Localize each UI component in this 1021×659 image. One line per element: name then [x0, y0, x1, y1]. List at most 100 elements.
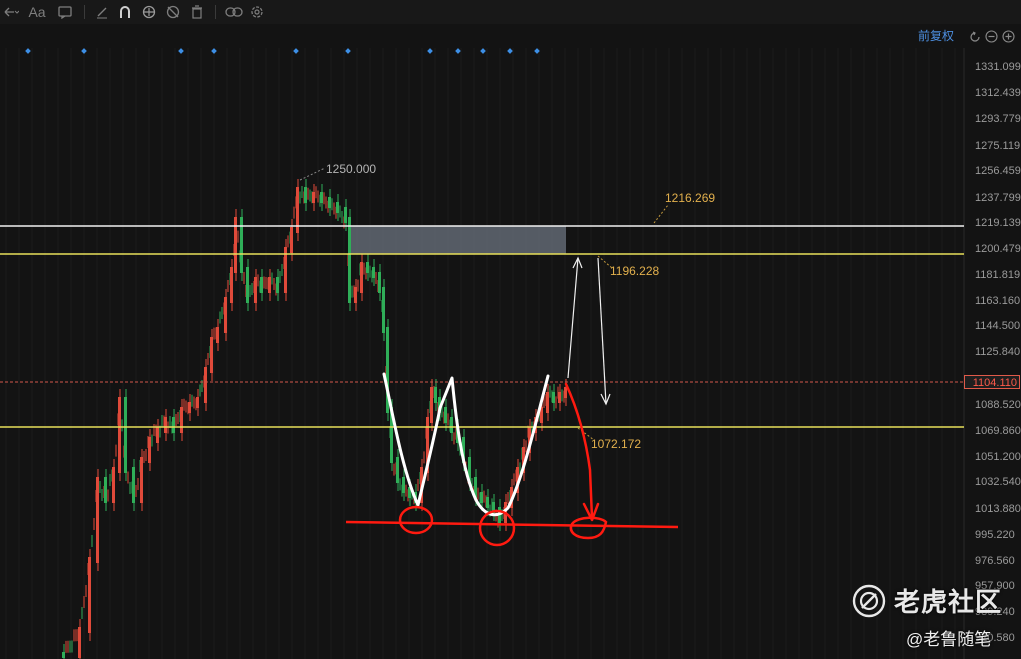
price-axis-label: 1312.439	[975, 87, 1021, 99]
resistance-zone	[348, 226, 566, 254]
candle-body	[434, 387, 437, 403]
pen-icon[interactable]	[91, 0, 113, 24]
price-axis-label: 1331.099	[975, 61, 1021, 73]
watermark-title: 老虎社区	[894, 587, 1003, 617]
price-axis-label: 1293.779	[975, 113, 1021, 125]
link-icon[interactable]	[222, 0, 246, 24]
comment-icon[interactable]	[52, 0, 78, 24]
candle-body	[360, 262, 363, 293]
candle-body	[372, 267, 375, 278]
candle-body	[188, 402, 191, 413]
price-axis-label: 1237.799	[975, 192, 1021, 204]
candle-body	[382, 287, 385, 333]
candle-body	[290, 227, 293, 253]
candle-body	[172, 417, 175, 433]
candle-body	[210, 337, 213, 373]
current-price-tag: 1104.110	[964, 375, 1020, 389]
candle-body	[336, 202, 339, 213]
candle-body	[558, 392, 561, 403]
drawing-toolbar: Aa	[0, 0, 1021, 24]
candle-body	[254, 277, 257, 303]
back-arrow-icon[interactable]	[0, 0, 22, 24]
event-marker[interactable]	[507, 48, 513, 54]
right-bottom-circle	[478, 509, 516, 547]
zoom-in-icon[interactable]	[1001, 29, 1016, 44]
candle-body	[486, 497, 489, 508]
price-axis-label: 1144.500	[975, 320, 1021, 332]
peak-price-label: 1250.000	[326, 162, 377, 176]
event-marker[interactable]	[345, 48, 351, 54]
candle-body	[62, 652, 65, 658]
price-axis-label: 1256.459	[975, 165, 1021, 177]
event-marker[interactable]	[455, 48, 461, 54]
candle-body	[344, 207, 347, 223]
candle-body	[444, 407, 447, 423]
zoom-out-icon[interactable]	[984, 29, 999, 44]
event-markers	[25, 48, 540, 54]
up-projection-arrow	[567, 257, 579, 379]
vertical-gridlines	[5, 48, 956, 659]
candle-body	[96, 477, 99, 563]
candle-body	[246, 267, 249, 303]
price-axis-label: 1181.819	[975, 269, 1021, 281]
view-controls	[967, 29, 1016, 44]
event-marker[interactable]	[480, 48, 486, 54]
magnet-icon[interactable]	[113, 0, 137, 24]
target-circle	[569, 516, 608, 540]
candle-body	[78, 627, 81, 658]
candle-body	[216, 327, 219, 343]
event-marker[interactable]	[427, 48, 433, 54]
candle-body	[180, 407, 183, 433]
candle-body	[430, 387, 433, 423]
eye-icon[interactable]	[137, 0, 161, 24]
event-marker[interactable]	[178, 48, 184, 54]
event-marker[interactable]	[211, 48, 217, 54]
chart-app: Aa 前复权 1331.099 1312.439 1293.779 1275.1…	[0, 0, 1021, 659]
candle-body	[552, 392, 555, 403]
candle-body	[260, 277, 263, 293]
candle-body	[276, 277, 279, 293]
candle-body	[312, 192, 315, 203]
price-axis-label: 1275.119	[975, 140, 1021, 152]
low-line-label: 1072.172	[591, 437, 642, 451]
event-marker[interactable]	[293, 48, 299, 54]
candle-body	[480, 492, 483, 503]
hide-icon[interactable]	[161, 0, 185, 24]
watermark: 老虎社区	[852, 582, 1002, 619]
reset-icon[interactable]	[967, 29, 982, 44]
event-marker[interactable]	[81, 48, 87, 54]
trash-icon[interactable]	[185, 0, 209, 24]
candle-body	[164, 417, 167, 433]
candle-body	[304, 187, 307, 203]
price-axis-label: 1200.479	[975, 243, 1021, 255]
gear-icon[interactable]	[246, 0, 268, 24]
candle-body	[196, 397, 199, 408]
price-chart[interactable]	[0, 0, 1021, 659]
price-axis-label: 976.560	[975, 555, 1015, 567]
price-axis-label: 1032.540	[975, 476, 1021, 488]
price-adjust-mode[interactable]: 前复权	[918, 29, 954, 43]
event-marker[interactable]	[25, 48, 31, 54]
candle-body	[118, 397, 121, 473]
candle-body	[402, 477, 405, 493]
breakdown-arrow	[564, 382, 594, 520]
candle-body	[132, 467, 135, 503]
price-axis-label: 1051.200	[975, 451, 1021, 463]
candle-body	[366, 262, 369, 273]
candle-body	[112, 467, 115, 503]
text-tool-icon[interactable]: Aa	[22, 0, 52, 24]
upper-line-label: 1216.269	[665, 191, 716, 205]
candle-body	[88, 557, 91, 633]
tiger-logo-icon	[852, 584, 886, 617]
candle-body	[104, 477, 107, 503]
candle-body	[204, 367, 207, 403]
candle-body	[450, 417, 453, 433]
candle-body	[320, 192, 323, 203]
mid-line-label: 1196.228	[610, 264, 660, 278]
candle-body	[148, 437, 151, 463]
candle-body	[354, 287, 357, 303]
candle-body	[546, 392, 549, 413]
price-axis-label: 1163.160	[975, 295, 1021, 307]
candle-body	[124, 397, 127, 473]
candle-body	[396, 457, 399, 483]
